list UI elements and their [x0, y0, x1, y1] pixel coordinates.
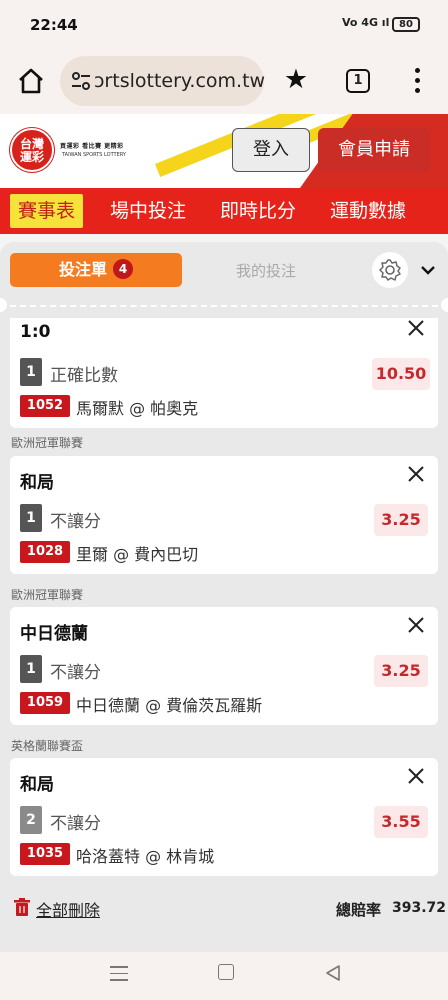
divider-notch — [441, 298, 448, 312]
browser-toolbar: ɔrtslottery.com.tw ★ 1 — [0, 52, 448, 114]
tab-bet-slip-label: 投注單 — [58, 260, 107, 279]
nav-item-schedule[interactable]: 賽事表 — [10, 194, 84, 228]
home-button-icon[interactable] — [218, 964, 234, 980]
league-name: 歐洲冠軍聯賽 — [11, 436, 84, 450]
login-button[interactable]: 登入 — [232, 128, 310, 172]
bet-number: 1 — [20, 655, 42, 683]
tab-bet-slip[interactable]: 投注單 4 — [10, 253, 182, 287]
close-icon[interactable] — [406, 766, 426, 786]
match-code: 1052 — [20, 395, 70, 417]
bet-card: 和局 1 不讓分 1028 里爾 @ 費內巴切 3.25 — [10, 456, 438, 574]
match-code: 1028 — [20, 541, 70, 563]
status-time: 22:44 — [30, 16, 78, 34]
battery-icon: 80 — [392, 17, 420, 32]
address-bar[interactable]: ɔrtslottery.com.tw — [60, 56, 265, 106]
site-header: 台灣 運彩 買運彩 看比賽 更精彩 TAIWAN SPORTS LOTTERY … — [0, 114, 448, 188]
bet-market: 正確比數 — [50, 366, 118, 386]
league-name: 歐洲冠軍聯賽 — [11, 588, 84, 602]
trash-icon[interactable] — [14, 898, 30, 916]
match-name: 中日德蘭 @ 費倫茨瓦羅斯 — [76, 696, 263, 715]
gear-icon[interactable] — [372, 252, 408, 288]
bet-card: 和局 2 不讓分 1035 哈洛蓋特 @ 林肯城 3.55 — [10, 758, 438, 876]
bet-number: 1 — [20, 504, 42, 532]
slip-footer: 全部刪除 總賠率 393.72 — [0, 880, 448, 932]
close-icon[interactable] — [406, 464, 426, 484]
site-settings-icon[interactable] — [70, 70, 92, 92]
match-name: 哈洛蓋特 @ 林肯城 — [76, 847, 215, 866]
bet-pick: 中日德蘭 — [20, 624, 88, 644]
close-icon[interactable] — [406, 615, 426, 635]
bet-odds: 3.25 — [374, 655, 428, 687]
total-odds-label: 總賠率 — [336, 901, 382, 919]
match-name: 里爾 @ 費內巴切 — [76, 545, 199, 564]
logo-text: 運彩 — [19, 150, 44, 164]
star-icon[interactable]: ★ — [282, 66, 310, 94]
bet-slip-panel: 投注單 4 我的投注 1:0 1 正確比數 1052 馬爾默 @ 帕奧克 10.5… — [0, 242, 448, 952]
match-name: 馬爾默 @ 帕奧克 — [76, 399, 199, 418]
site-logo[interactable]: 台灣 運彩 — [10, 128, 54, 172]
tab-my-bets[interactable]: 我的投注 — [236, 260, 296, 281]
total-odds-value: 393.72 — [392, 900, 447, 916]
nav-item-live-betting[interactable]: 場中投注 — [110, 188, 186, 234]
bet-market: 不讓分 — [50, 814, 101, 834]
delete-all-link[interactable]: 全部刪除 — [36, 897, 100, 921]
nav-item-sports-data[interactable]: 運動數據 — [330, 188, 406, 234]
bet-count-badge: 4 — [113, 259, 133, 279]
bet-list[interactable]: 1:0 1 正確比數 1052 馬爾默 @ 帕奧克 10.50 歐洲冠軍聯賽 和… — [10, 318, 438, 878]
bet-number: 2 — [20, 806, 42, 834]
url-text[interactable]: ɔrtslottery.com.tw — [94, 70, 265, 92]
bet-odds: 10.50 — [372, 358, 430, 390]
divider — [10, 305, 438, 307]
bet-number: 1 — [20, 358, 42, 386]
close-icon[interactable] — [406, 318, 426, 338]
bet-market: 不讓分 — [50, 663, 101, 683]
bet-pick: 和局 — [20, 473, 54, 493]
more-vert-icon[interactable] — [410, 66, 424, 96]
bet-odds: 3.25 — [374, 504, 428, 536]
bet-pick: 1:0 — [20, 322, 51, 342]
bet-odds: 3.55 — [374, 806, 428, 838]
recent-apps-icon[interactable] — [110, 966, 128, 982]
bet-market: 不讓分 — [50, 512, 101, 532]
signup-button[interactable]: 會員申請 — [318, 128, 430, 172]
logo-english-name: TAIWAN SPORTS LOTTERY — [62, 152, 126, 158]
league-name: 英格蘭聯賽盃 — [11, 739, 84, 753]
chevron-down-icon[interactable] — [420, 262, 436, 278]
home-icon[interactable] — [16, 66, 46, 96]
bet-card: 1:0 1 正確比數 1052 馬爾默 @ 帕奧克 10.50 — [10, 318, 438, 428]
match-code: 1059 — [20, 692, 70, 714]
back-icon[interactable] — [324, 964, 342, 982]
nav-item-live-scores[interactable]: 即時比分 — [220, 188, 296, 234]
bet-card: 中日德蘭 1 不讓分 1059 中日德蘭 @ 費倫茨瓦羅斯 3.25 — [10, 607, 438, 725]
system-nav-bar — [0, 952, 448, 1000]
signal-icon: Vo 4G ıl — [342, 16, 390, 29]
status-bar: 22:44 Vo 4G ıl 80 — [0, 0, 448, 52]
logo-slogan: 買運彩 看比賽 更精彩 — [60, 143, 124, 150]
tabs-icon[interactable]: 1 — [346, 69, 370, 93]
bet-pick: 和局 — [20, 775, 54, 795]
divider-notch — [0, 298, 7, 312]
main-nav: 賽事表 場中投注 即時比分 運動數據 — [0, 188, 448, 234]
match-code: 1035 — [20, 843, 70, 865]
